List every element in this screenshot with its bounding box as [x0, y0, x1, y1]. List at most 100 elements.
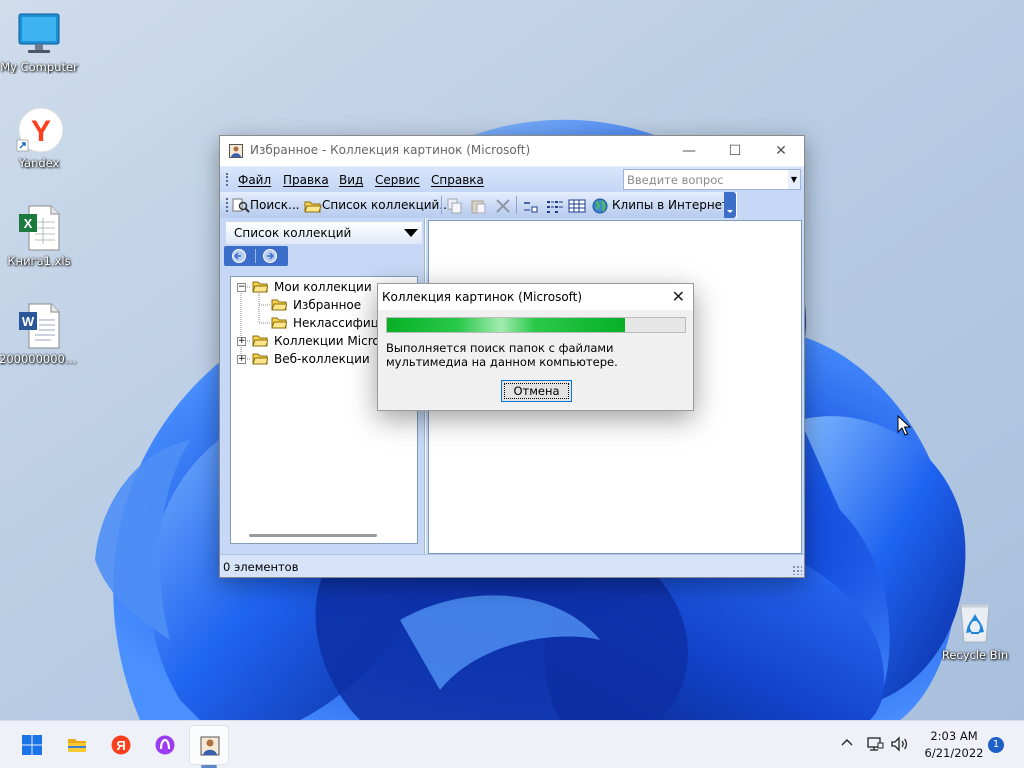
search-progress-dialog: Коллекция картинок (Microsoft) ✕ Выполня…	[377, 283, 694, 411]
monitor-icon	[15, 10, 63, 58]
close-button[interactable]: ✕	[758, 136, 804, 166]
tree-item-label: Коллекции Microso	[274, 334, 394, 348]
taskbar-file-explorer[interactable]	[57, 725, 97, 765]
menu-edit[interactable]: Правка	[283, 173, 329, 187]
tree-item-label: Веб-коллекции	[274, 352, 370, 366]
delete-icon	[496, 198, 510, 213]
svg-text:W: W	[22, 314, 35, 329]
thumbnails-view-button[interactable]	[522, 196, 540, 214]
window-title: Избранное - Коллекция картинок (Microsof…	[250, 143, 531, 157]
desktop-icon-yandex[interactable]: Y Yandex	[0, 106, 81, 170]
collapse-icon[interactable]: −	[237, 283, 246, 292]
triangle-down-icon[interactable]	[404, 229, 418, 237]
collection-list-button[interactable]: Список коллекций...	[304, 196, 451, 214]
window-title-bar[interactable]: Избранное - Коллекция картинок (Microsof…	[220, 136, 804, 166]
copy-button[interactable]	[446, 196, 464, 214]
desktop-icon-label: Recycle Bin	[941, 648, 1009, 662]
toolbar-overflow-button[interactable]	[724, 192, 736, 218]
list-icon	[547, 200, 563, 213]
menu-grip-handle[interactable]	[226, 173, 229, 186]
standard-toolbar: Поиск... Список коллекций... Клипы в Инт…	[220, 192, 736, 218]
folder-icon	[271, 317, 287, 329]
toolbar-grip-handle[interactable]	[226, 198, 229, 212]
taskbar-yandex-browser[interactable]: Я	[101, 725, 141, 765]
clock-time: 2:03 AM	[930, 729, 978, 743]
svg-text:Я: Я	[116, 738, 125, 753]
search-icon	[232, 198, 250, 213]
tree-item-label: Мои коллекции	[274, 280, 372, 294]
task-pane-header[interactable]: Список коллекций	[226, 222, 422, 244]
expand-icon[interactable]: +	[237, 337, 246, 346]
chevron-down-icon[interactable]: ▼	[788, 170, 800, 189]
network-icon[interactable]	[866, 735, 884, 756]
chevron-up-icon[interactable]	[840, 736, 854, 750]
delete-button[interactable]	[494, 196, 512, 214]
globe-folder-icon	[252, 353, 268, 365]
thumbnails-icon	[524, 201, 538, 212]
taskbar-alice-assistant[interactable]	[145, 725, 185, 765]
desktop-icon-my-computer[interactable]: My Computer	[0, 10, 81, 74]
progress-bar	[386, 317, 686, 333]
folder-icon	[252, 281, 268, 293]
taskbar-clock[interactable]: 2:03 AM 6/21/2022	[920, 728, 988, 762]
desktop-icon-label: Книга1.xls	[7, 254, 71, 268]
status-item-count: 0 элементов	[223, 560, 299, 574]
taskbar: Я 2:03 AM 6/21/2022 1	[0, 720, 1024, 768]
dialog-title: Коллекция картинок (Microsoft)	[382, 290, 583, 304]
copy-icon	[447, 198, 462, 213]
expand-icon[interactable]: +	[237, 355, 246, 364]
toolbar-separator	[441, 196, 442, 214]
menu-file[interactable]: Файл	[238, 173, 271, 187]
details-view-button[interactable]	[568, 196, 586, 214]
yandex-browser-icon: Я	[111, 735, 131, 755]
maximize-button[interactable]: ☐	[712, 136, 758, 166]
task-pane-title: Список коллекций	[234, 226, 352, 240]
globe-icon	[592, 198, 608, 213]
volume-icon[interactable]	[890, 735, 910, 756]
svg-text:Y: Y	[31, 115, 51, 148]
list-view-button[interactable]	[546, 196, 564, 214]
folder-icon	[304, 201, 322, 212]
paste-icon	[471, 200, 486, 213]
menu-tools[interactable]: Сервис	[375, 173, 420, 187]
dialog-title-bar[interactable]: Коллекция картинок (Microsoft) ✕	[378, 284, 693, 310]
alice-assistant-icon	[155, 735, 175, 755]
file-explorer-icon	[68, 739, 86, 752]
progress-bar-fill	[387, 318, 626, 332]
back-arrow-icon[interactable]	[232, 249, 246, 263]
start-button[interactable]	[12, 725, 52, 765]
ask-question-input[interactable]: Введите вопрос ▼	[623, 169, 801, 190]
menu-help[interactable]: Справка	[431, 173, 484, 187]
desktop-icon-label: My Computer	[0, 60, 78, 74]
excel-file-icon: X	[15, 204, 63, 252]
desktop-icon-excel-file[interactable]: X Книга1.xls	[0, 204, 81, 268]
folder-icon	[252, 335, 268, 347]
clips-online-button[interactable]: Клипы в Интернете	[592, 196, 736, 214]
desktop-icon-word-file[interactable]: W 2000000000...	[0, 302, 81, 366]
close-icon[interactable]: ✕	[672, 287, 685, 306]
menu-bar: Файл Правка Вид Сервис Справка Введите в…	[220, 166, 804, 192]
nav-separator	[255, 249, 256, 263]
search-button[interactable]: Поиск...	[232, 196, 299, 214]
mouse-cursor-icon	[897, 415, 911, 436]
clock-date: 6/21/2022	[924, 746, 984, 760]
desktop-icon-recycle-bin[interactable]: Recycle Bin	[933, 598, 1017, 662]
resize-grip-icon[interactable]	[792, 565, 802, 575]
paste-button[interactable]	[470, 196, 488, 214]
menu-view[interactable]: Вид	[339, 173, 363, 187]
cancel-button[interactable]: Отмена	[501, 380, 572, 402]
clip-organizer-app-icon	[200, 736, 220, 756]
clip-organizer-app-icon	[229, 144, 243, 158]
status-bar: 0 элементов	[220, 554, 804, 577]
desktop-icon-label: Yandex	[18, 156, 60, 170]
notification-badge[interactable]: 1	[988, 737, 1004, 753]
tree-item-label: Избранное	[293, 298, 362, 312]
toolbar-background	[737, 192, 804, 218]
svg-text:X: X	[24, 216, 33, 231]
details-icon	[568, 199, 586, 212]
taskbar-clip-organizer[interactable]	[189, 725, 229, 765]
minimize-button[interactable]: —	[666, 136, 712, 166]
forward-arrow-icon[interactable]	[263, 249, 277, 263]
yandex-browser-icon: Y	[15, 106, 64, 154]
horizontal-scrollbar[interactable]	[249, 534, 377, 537]
